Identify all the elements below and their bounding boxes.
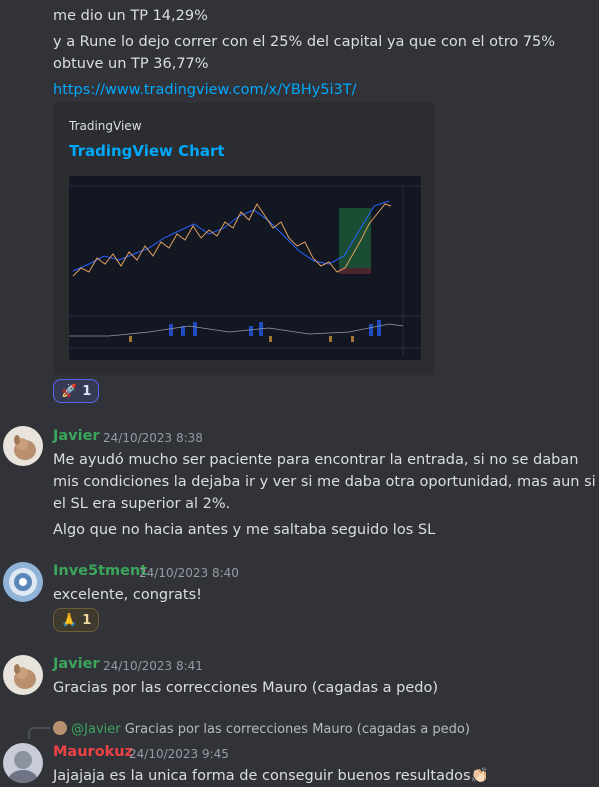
reply-connector [28,727,50,739]
message-text: el SL era superior al 2%. [53,496,231,512]
author-name[interactable]: Inve5tment [53,563,147,579]
timestamp: 24/10/2023 8:41 [103,659,203,673]
clap-icon: 👏🏻 [470,768,489,784]
reply-preview[interactable]: @Javier Gracias por las correcciones Mau… [53,721,470,737]
reply-text: Gracias por las correcciones Mauro (caga… [124,722,470,737]
avatar[interactable] [3,655,43,695]
rocket-icon: 🚀 [61,383,78,399]
chart-thumbnail [69,176,421,360]
message-text: y a Rune lo dejo correr con el 25% del c… [53,34,556,50]
message-text: mis condiciones la dejaba ir y ver si me… [53,474,596,490]
avatar[interactable] [3,743,43,783]
reaction-count: 1 [82,612,92,628]
message-text: me dio un TP 14,29% [53,8,208,24]
reaction-count: 1 [82,383,92,399]
message-link[interactable]: https://www.tradingview.com/x/YBHy5i3T/ [53,79,357,101]
timestamp: 24/10/2023 8:40 [139,566,239,580]
pray-icon: 🙏 [61,612,78,628]
embed-provider: TradingView [69,119,142,133]
author-name[interactable]: Javier [53,428,100,444]
timestamp: 24/10/2023 8:38 [103,431,203,445]
message-text: excelente, congrats! [53,587,202,603]
message-text: obtuve un TP 36,77% [53,56,209,72]
message-body: Jajajaja es la unica forma de conseguir … [53,768,471,784]
reaction-rocket[interactable]: 🚀 1 [53,379,100,403]
author-name[interactable]: Javier [53,656,100,672]
embed-title[interactable]: TradingView Chart [69,142,225,160]
avatar[interactable] [3,426,43,466]
message-text: Gracias por las correcciones Mauro (caga… [53,680,439,696]
message-text: Jajajaja es la unica forma de conseguir … [53,765,489,787]
reaction-pray[interactable]: 🙏 1 [53,608,100,632]
reply-author[interactable]: @Javier [71,722,120,737]
embed-chart-image[interactable] [69,176,421,360]
timestamp: 24/10/2023 9:45 [129,747,229,761]
message-text: Algo que no hacia antes y me saltaba seg… [53,522,436,538]
message-text: Me ayudó mucho ser paciente para encontr… [53,452,579,468]
avatar[interactable] [3,562,43,602]
reply-avatar [53,721,67,735]
author-name[interactable]: Maurokuz [53,744,133,760]
link-embed: TradingView TradingView Chart [53,102,435,375]
